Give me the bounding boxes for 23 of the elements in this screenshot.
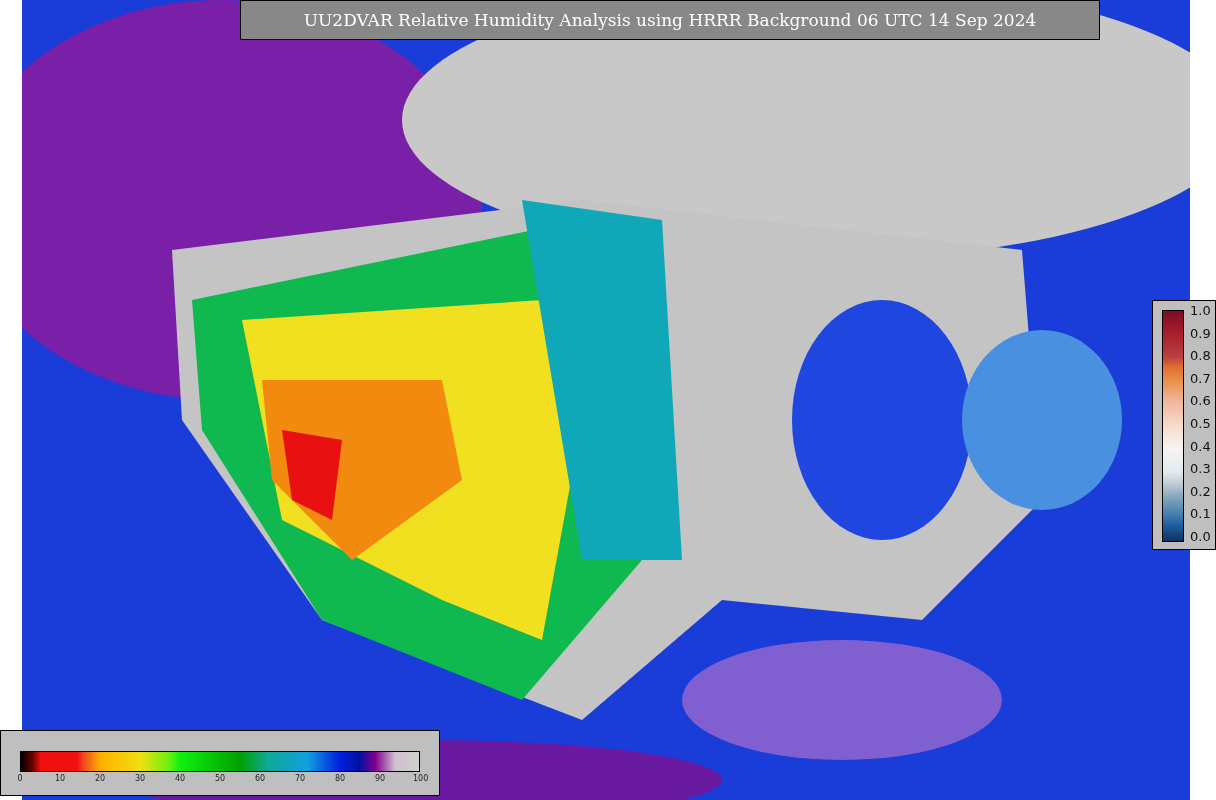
tick-label: 20 [93,774,107,783]
tick-label: 1.0 [1190,304,1211,318]
tick-label: 0.3 [1190,462,1211,477]
tick-label: 0.8 [1190,349,1211,364]
tick-label: 0.7 [1190,371,1211,386]
tick-label: 10 [53,774,67,783]
tick-label: 0.1 [1190,507,1211,522]
tick-label: 40 [173,774,187,783]
tick-label: 0.9 [1190,326,1211,341]
tick-label: 0.4 [1190,439,1211,454]
tick-label: 70 [293,774,307,783]
map-title: UU2DVAR Relative Humidity Analysis using HRRR Background 06 UTC 14 Sep 2024 [240,0,1100,40]
tick-label: 30 [133,774,147,783]
tick-label: 0.6 [1190,394,1211,409]
tick-label: 90 [373,774,387,783]
tick-label: 0.5 [1190,416,1211,431]
tick-label: 0.2 [1190,484,1211,499]
tick-label: 100 [413,774,427,783]
tick-label: 0.0 [1190,529,1211,544]
tick-label: 0 [16,774,24,783]
tick-label: 80 [333,774,347,783]
tick-label: 60 [253,774,267,783]
tick-label: 50 [213,774,227,783]
